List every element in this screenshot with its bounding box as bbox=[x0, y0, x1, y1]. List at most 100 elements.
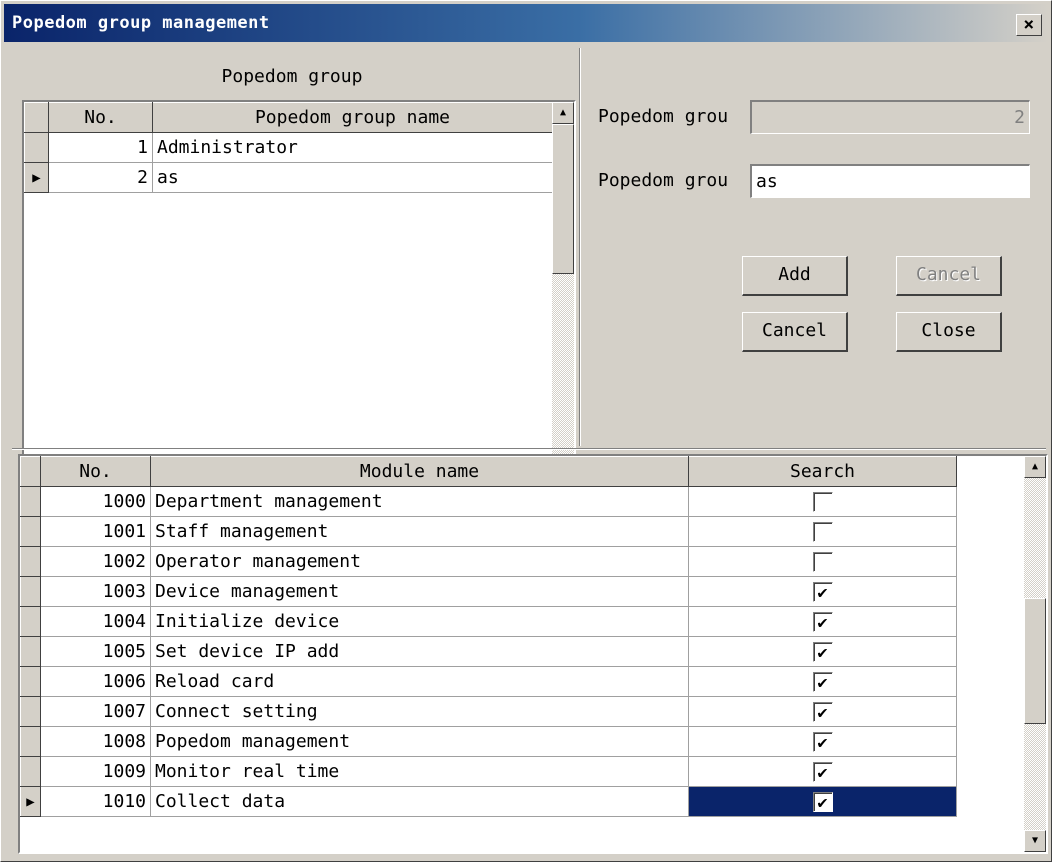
table-row[interactable]: 1007 Connect setting ✔ bbox=[20, 696, 957, 727]
row-indicator[interactable] bbox=[20, 546, 41, 577]
search-checkbox[interactable]: ✔ bbox=[812, 762, 833, 783]
table-row[interactable]: 1009 Monitor real time ✔ bbox=[20, 756, 957, 787]
search-checkbox[interactable]: ✔ bbox=[812, 792, 833, 813]
scroll-up-icon[interactable]: ▲ bbox=[1024, 456, 1046, 478]
row-indicator[interactable] bbox=[20, 486, 41, 517]
search-cell[interactable] bbox=[688, 486, 957, 517]
module-name-cell[interactable]: Reload card bbox=[150, 666, 689, 697]
module-no-cell[interactable]: 1001 bbox=[40, 516, 151, 547]
popedom-group-name-input[interactable]: as bbox=[750, 164, 1030, 198]
module-no-cell[interactable]: 1008 bbox=[40, 726, 151, 757]
module-no-cell[interactable]: 1009 bbox=[40, 756, 151, 787]
search-checkbox[interactable] bbox=[812, 552, 833, 572]
group-grid-scrollbar[interactable]: ▲ ▼ bbox=[552, 102, 574, 484]
panel-divider bbox=[579, 48, 581, 446]
row-indicator[interactable] bbox=[20, 726, 41, 757]
module-no-cell[interactable]: 1010 bbox=[40, 786, 151, 817]
search-checkbox[interactable]: ✔ bbox=[812, 582, 833, 603]
search-checkbox[interactable] bbox=[812, 492, 833, 512]
scroll-thumb[interactable] bbox=[552, 124, 574, 274]
table-row[interactable]: 1001 Staff management bbox=[20, 516, 957, 547]
search-checkbox[interactable] bbox=[812, 522, 833, 542]
module-name-cell[interactable]: Monitor real time bbox=[150, 756, 689, 787]
search-checkbox[interactable]: ✔ bbox=[812, 732, 833, 753]
table-row[interactable]: 1004 Initialize device ✔ bbox=[20, 606, 957, 637]
search-cell[interactable]: ✔ bbox=[688, 756, 957, 787]
scroll-thumb[interactable] bbox=[1024, 598, 1046, 724]
module-name-cell[interactable]: Initialize device bbox=[150, 606, 689, 637]
scroll-down-icon[interactable]: ▼ bbox=[1024, 830, 1046, 852]
row-indicator[interactable] bbox=[24, 132, 49, 163]
module-name-cell[interactable]: Set device IP add bbox=[150, 636, 689, 667]
table-row[interactable]: 1000 Department management bbox=[20, 486, 957, 517]
search-checkbox[interactable]: ✔ bbox=[812, 702, 833, 723]
search-cell[interactable]: ✔ bbox=[688, 636, 957, 667]
search-cell[interactable]: ✔ bbox=[688, 666, 957, 697]
search-checkbox[interactable]: ✔ bbox=[812, 612, 833, 633]
row-indicator[interactable] bbox=[20, 756, 41, 787]
module-no-cell[interactable]: 1003 bbox=[40, 576, 151, 607]
row-indicator[interactable] bbox=[20, 666, 41, 697]
close-button[interactable]: Close bbox=[896, 312, 1002, 352]
group-no-cell[interactable]: 1 bbox=[48, 132, 153, 163]
cancel-button[interactable]: Cancel bbox=[742, 312, 848, 352]
section-divider bbox=[12, 448, 1046, 450]
module-name-cell[interactable]: Popedom management bbox=[150, 726, 689, 757]
row-indicator[interactable] bbox=[20, 516, 41, 547]
grid-header: No. Module name Search bbox=[20, 456, 957, 487]
module-no-cell[interactable]: 1006 bbox=[40, 666, 151, 697]
group-no-cell[interactable]: 2 bbox=[48, 162, 153, 193]
table-row[interactable]: 1003 Device management ✔ bbox=[20, 576, 957, 607]
scroll-up-icon[interactable]: ▲ bbox=[552, 102, 574, 124]
row-indicator[interactable] bbox=[20, 606, 41, 637]
table-row[interactable]: ▶ 2 as bbox=[24, 162, 553, 193]
column-header-no[interactable]: No. bbox=[40, 456, 151, 487]
search-cell[interactable] bbox=[688, 516, 957, 547]
search-cell[interactable]: ✔ bbox=[688, 726, 957, 757]
current-row-indicator-icon[interactable]: ▶ bbox=[20, 786, 41, 817]
grid-header: No. Popedom group name bbox=[24, 102, 553, 133]
table-row[interactable]: 1005 Set device IP add ✔ bbox=[20, 636, 957, 667]
cancel-edit-button: Cancel bbox=[896, 256, 1002, 296]
module-name-cell[interactable]: Department management bbox=[150, 486, 689, 517]
search-cell[interactable]: ✔ bbox=[688, 606, 957, 637]
column-header-group-name[interactable]: Popedom group name bbox=[152, 102, 553, 133]
column-header-no[interactable]: No. bbox=[48, 102, 153, 133]
module-name-cell[interactable]: Collect data bbox=[150, 786, 689, 817]
module-no-cell[interactable]: 1005 bbox=[40, 636, 151, 667]
search-cell[interactable]: ✔ bbox=[688, 576, 957, 607]
module-no-cell[interactable]: 1000 bbox=[40, 486, 151, 517]
search-cell[interactable]: ✔ bbox=[688, 696, 957, 727]
table-row[interactable]: 1002 Operator management bbox=[20, 546, 957, 577]
module-no-cell[interactable]: 1004 bbox=[40, 606, 151, 637]
table-row-selected[interactable]: ▶ 1010 Collect data ✔ bbox=[20, 786, 957, 817]
current-row-indicator-icon[interactable]: ▶ bbox=[24, 162, 49, 193]
window-title: Popedom group management bbox=[12, 13, 270, 33]
module-name-cell[interactable]: Staff management bbox=[150, 516, 689, 547]
close-icon[interactable]: × bbox=[1016, 14, 1042, 36]
group-name-cell[interactable]: as bbox=[152, 162, 553, 193]
popedom-group-no-label: Popedom grou bbox=[598, 106, 729, 127]
table-row[interactable]: 1008 Popedom management ✔ bbox=[20, 726, 957, 757]
add-button[interactable]: Add bbox=[742, 256, 848, 296]
column-header-module-name[interactable]: Module name bbox=[150, 456, 689, 487]
module-name-cell[interactable]: Operator management bbox=[150, 546, 689, 577]
row-indicator[interactable] bbox=[20, 696, 41, 727]
search-checkbox[interactable]: ✔ bbox=[812, 642, 833, 663]
module-name-cell[interactable]: Connect setting bbox=[150, 696, 689, 727]
popedom-group-panel: Popedom group No. Popedom group name 1 A… bbox=[12, 48, 576, 486]
table-row[interactable]: 1006 Reload card ✔ bbox=[20, 666, 957, 697]
row-indicator[interactable] bbox=[20, 576, 41, 607]
module-no-cell[interactable]: 1007 bbox=[40, 696, 151, 727]
column-header-search[interactable]: Search bbox=[688, 456, 957, 487]
row-indicator-header bbox=[20, 456, 41, 487]
row-indicator[interactable] bbox=[20, 636, 41, 667]
module-name-cell[interactable]: Device management bbox=[150, 576, 689, 607]
search-checkbox[interactable]: ✔ bbox=[812, 672, 833, 693]
module-no-cell[interactable]: 1002 bbox=[40, 546, 151, 577]
group-name-cell[interactable]: Administrator bbox=[152, 132, 553, 163]
table-row[interactable]: 1 Administrator bbox=[24, 132, 553, 163]
search-cell[interactable] bbox=[688, 546, 957, 577]
module-grid-scrollbar[interactable]: ▲ ▼ bbox=[1024, 456, 1046, 852]
search-cell[interactable]: ✔ bbox=[688, 786, 957, 817]
